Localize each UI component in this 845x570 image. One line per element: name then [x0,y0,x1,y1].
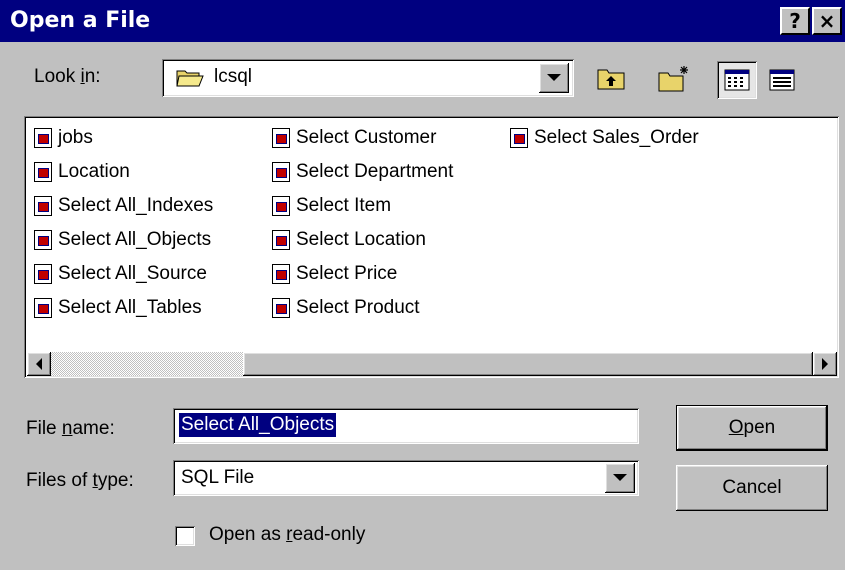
file-name-value: Select All_Objects [179,413,337,437]
file-list[interactable]: jobs Location Select All_Indexes Select … [24,116,839,378]
sql-file-icon [272,230,290,250]
file-item[interactable]: Select Customer [272,124,436,152]
folder-icon [176,70,204,87]
window-title: Open a File [10,8,151,33]
files-of-type-label: Files of type: [26,470,134,491]
file-item[interactable]: Select All_Indexes [34,192,213,220]
file-item[interactable]: Select Department [272,158,453,186]
chevron-down-icon [547,74,561,81]
file-item[interactable]: Select Item [272,192,391,220]
arrow-right-icon [822,358,828,370]
file-item[interactable]: Select Sales_Order [510,124,699,152]
file-item[interactable]: Select All_Tables [34,294,202,322]
files-of-type-value: SQL File [181,467,255,488]
sql-file-icon [34,298,52,318]
close-button[interactable]: × [812,7,842,35]
look-in-combo[interactable]: lcsql [162,59,574,97]
file-item[interactable]: Select Location [272,226,426,254]
file-name-label: File name: [26,418,115,439]
up-one-level-button[interactable] [592,60,632,98]
look-in-label: Look in: [34,66,101,87]
scroll-right-button[interactable] [813,352,837,376]
read-only-label[interactable]: Open as read-only [209,524,365,546]
files-of-type-select[interactable]: SQL File [173,460,639,496]
sql-file-icon [34,128,52,148]
sql-file-icon [272,128,290,148]
file-item[interactable]: Select All_Objects [34,226,211,254]
details-view-icon [769,69,795,91]
files-of-type-dropdown-button[interactable] [605,463,635,493]
sql-file-icon [272,196,290,216]
sql-file-icon [34,230,52,250]
file-item[interactable]: Select Product [272,294,420,322]
sql-file-icon [272,298,290,318]
up-folder-icon [597,69,625,90]
horizontal-scrollbar[interactable] [27,352,837,376]
arrow-left-icon [36,358,42,370]
list-view-icon [724,69,750,91]
list-view-button[interactable] [717,61,757,99]
sql-file-icon [34,162,52,182]
close-icon: × [818,9,836,33]
sql-file-icon [272,264,290,284]
look-in-dropdown-button[interactable] [539,63,569,93]
help-button[interactable]: ? [780,7,810,35]
scroll-left-button[interactable] [27,352,51,376]
details-view-button[interactable] [762,61,802,99]
new-folder-button[interactable] [654,60,694,98]
new-folder-icon [658,66,688,92]
file-name-input[interactable]: Select All_Objects [173,408,639,444]
file-item[interactable]: Location [34,158,130,186]
sql-file-icon [34,196,52,216]
read-only-checkbox[interactable] [175,526,195,546]
look-in-value: lcsql [214,66,253,87]
help-icon: ? [789,9,801,33]
cancel-button[interactable]: Cancel [676,465,828,511]
file-item[interactable]: Select All_Source [34,260,207,288]
title-bar[interactable]: Open a File ? × [0,0,845,42]
open-button[interactable]: Open [676,405,828,451]
file-item[interactable]: Select Price [272,260,397,288]
sql-file-icon [510,128,528,148]
sql-file-icon [34,264,52,284]
scrollbar-thumb[interactable] [243,352,813,376]
sql-file-icon [272,162,290,182]
file-item[interactable]: jobs [34,124,93,152]
chevron-down-icon [613,474,627,481]
